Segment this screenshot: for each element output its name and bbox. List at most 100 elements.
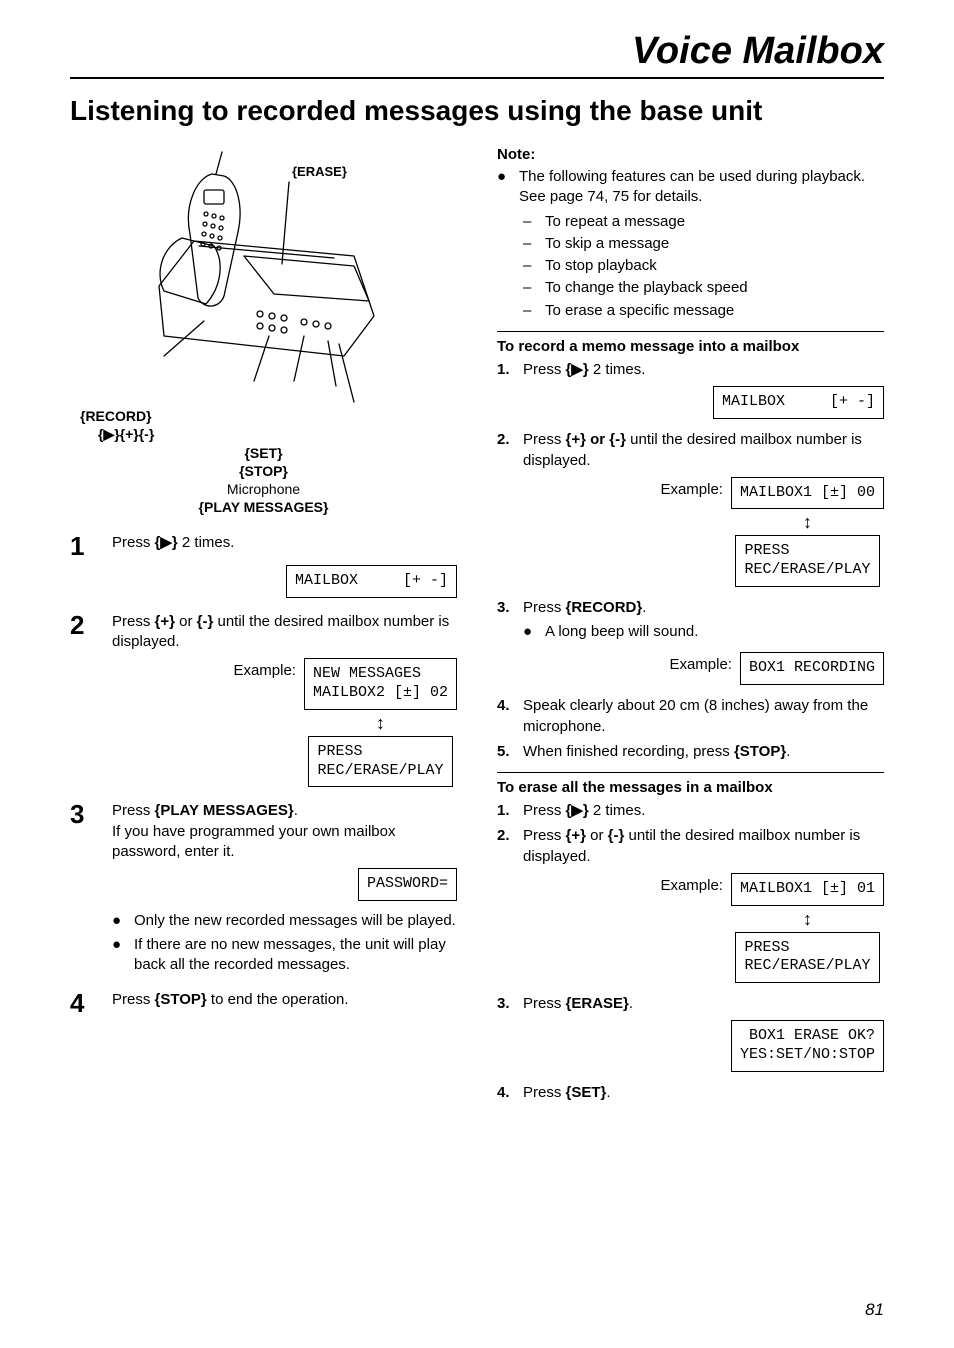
note-bullet: ● The following features can be used dur… — [497, 167, 884, 208]
step-body: Press {▶} 2 times. — [523, 800, 884, 821]
page: Voice Mailbox Listening to recorded mess… — [0, 0, 954, 1348]
step-number: 2. — [497, 429, 515, 471]
bullet-text: Only the new recorded messages will be p… — [134, 911, 457, 931]
step-bullets: ● Only the new recorded messages will be… — [112, 911, 457, 976]
text: Press — [523, 361, 566, 378]
step-body: Press {ERASE}. — [523, 993, 884, 1014]
dash-item: –To skip a message — [523, 234, 884, 254]
erase-step-4: 4. Press {SET}. — [497, 1082, 884, 1103]
step-body: Press {RECORD}. ● A long beep will sound… — [523, 597, 884, 646]
key-minus: {-} — [197, 613, 214, 630]
note-intro: The following features can be used durin… — [519, 167, 884, 208]
key-plus: {+} — [155, 613, 175, 630]
step-number: 3 — [70, 801, 96, 827]
example-row: Example: MAILBOX1 [±] 01 ↕ PRESS REC/ERA… — [497, 873, 884, 983]
text: . — [629, 995, 633, 1012]
text: Press — [523, 802, 566, 819]
dash-text: To skip a message — [545, 234, 669, 254]
text: or — [586, 827, 608, 844]
lcd-stack: MAILBOX1 [±] 00 ↕ PRESS REC/ERASE/PLAY — [731, 477, 884, 587]
step-body: Press {+} or {-} until the desired mailb… — [112, 612, 457, 653]
columns: {ERASE} {RECORD} {▶}{+}{-} {SET} {STOP} … — [70, 146, 884, 1107]
text: 2 times. — [178, 534, 235, 551]
example-row: Example: MAILBOX1 [±] 00 ↕ PRESS REC/ERA… — [497, 477, 884, 587]
fig-erase-label: {ERASE} — [292, 164, 347, 179]
text: Press — [112, 534, 155, 551]
step-body: Press {STOP} to end the operation. — [112, 990, 457, 1010]
erase-step-2: 2. Press {+} or {-} until the desired ma… — [497, 825, 884, 867]
dash-text: To stop playback — [545, 256, 657, 276]
lcd-stack: MAILBOX1 [±] 01 ↕ PRESS REC/ERASE/PLAY — [731, 873, 884, 983]
lcd-display: PRESS REC/ERASE/PLAY — [735, 535, 879, 587]
chapter-title: Voice Mailbox — [70, 30, 884, 73]
step-body: Press {+} or {-} until the desired mailb… — [523, 429, 884, 471]
divider — [497, 772, 884, 773]
text: 2 times. — [589, 802, 646, 819]
key-minus: {-} — [609, 431, 626, 448]
erase-head: To erase all the messages in a mailbox — [497, 779, 884, 796]
lcd-wrap: MAILBOX [+ -] — [70, 565, 457, 598]
dash-icon: – — [523, 234, 537, 254]
device-figure: {ERASE} {RECORD} {▶}{+}{-} {SET} {STOP} … — [70, 146, 457, 515]
updown-icon: ↕ — [803, 513, 812, 531]
page-number: 81 — [865, 1300, 884, 1320]
key-record: {RECORD} — [566, 599, 643, 616]
key-minus: {-} — [608, 827, 625, 844]
text: . — [786, 743, 790, 760]
step-number: 2 — [70, 612, 96, 638]
lcd-display: NEW MESSAGES MAILBOX2 [±] 02 — [304, 658, 457, 710]
updown-icon: ↕ — [803, 910, 812, 928]
left-step-1: 1 Press {▶} 2 times. — [70, 533, 457, 559]
dash-item: –To stop playback — [523, 256, 884, 276]
step-number: 3. — [497, 597, 515, 646]
left-step-2: 2 Press {+} or {-} until the desired mai… — [70, 612, 457, 653]
step-body: Press {SET}. — [523, 1082, 884, 1103]
bullet: ● If there are no new messages, the unit… — [112, 935, 457, 976]
step-body: Press {PLAY MESSAGES}. If you have progr… — [112, 801, 457, 862]
text: to end the operation. — [207, 991, 349, 1008]
left-step-3: 3 Press {PLAY MESSAGES}. If you have pro… — [70, 801, 457, 862]
memo-step-5: 5. When finished recording, press {STOP}… — [497, 741, 884, 762]
key-play: {▶} — [155, 534, 178, 551]
lcd-display: MAILBOX1 [±] 00 — [731, 477, 884, 510]
lcd-wrap: PASSWORD= — [70, 868, 457, 901]
example-label: Example: — [660, 477, 723, 498]
dash-icon: – — [523, 212, 537, 232]
key-play: {▶} — [566, 361, 589, 378]
step-body: Speak clearly about 20 cm (8 inches) awa… — [523, 695, 884, 737]
note-list: –To repeat a message –To skip a message … — [497, 212, 884, 321]
text: Press — [523, 827, 566, 844]
divider — [497, 331, 884, 332]
text: or — [175, 613, 197, 630]
step-number: 4 — [70, 990, 96, 1016]
memo-step-2: 2. Press {+} or {-} until the desired ma… — [497, 429, 884, 471]
text: 2 times. — [589, 361, 646, 378]
step-number: 3. — [497, 993, 515, 1014]
bullet-icon: ● — [497, 167, 511, 208]
key-plus: {+} — [566, 827, 586, 844]
lcd-display: BOX1 RECORDING — [740, 652, 884, 685]
lcd-display: MAILBOX1 [±] 01 — [731, 873, 884, 906]
step-number: 4. — [497, 1082, 515, 1103]
updown-icon: ↕ — [376, 714, 385, 732]
bullet: ● A long beep will sound. — [523, 622, 884, 642]
lcd-display: MAILBOX [+ -] — [286, 565, 457, 598]
dash-text: To change the playback speed — [545, 278, 748, 298]
text: Press — [523, 431, 566, 448]
left-step-4: 4 Press {STOP} to end the operation. — [70, 990, 457, 1016]
key-play: {▶} — [566, 802, 589, 819]
step-number: 4. — [497, 695, 515, 737]
text: . — [294, 802, 298, 819]
bullet-text: If there are no new messages, the unit w… — [134, 935, 457, 976]
example-row: Example: NEW MESSAGES MAILBOX2 [±] 02 ↕ … — [70, 658, 457, 787]
key-set: {SET} — [566, 1084, 607, 1101]
text: . — [642, 599, 646, 616]
dash-text: To erase a specific message — [545, 301, 734, 321]
dash-text: To repeat a message — [545, 212, 685, 232]
dash-item: –To change the playback speed — [523, 278, 884, 298]
fig-set-label: {SET} — [70, 445, 457, 461]
step-number: 5. — [497, 741, 515, 762]
fig-keys-label: {▶}{+}{-} — [98, 426, 457, 443]
example-label: Example: — [660, 873, 723, 894]
text: If you have programmed your own mailbox … — [112, 823, 395, 860]
